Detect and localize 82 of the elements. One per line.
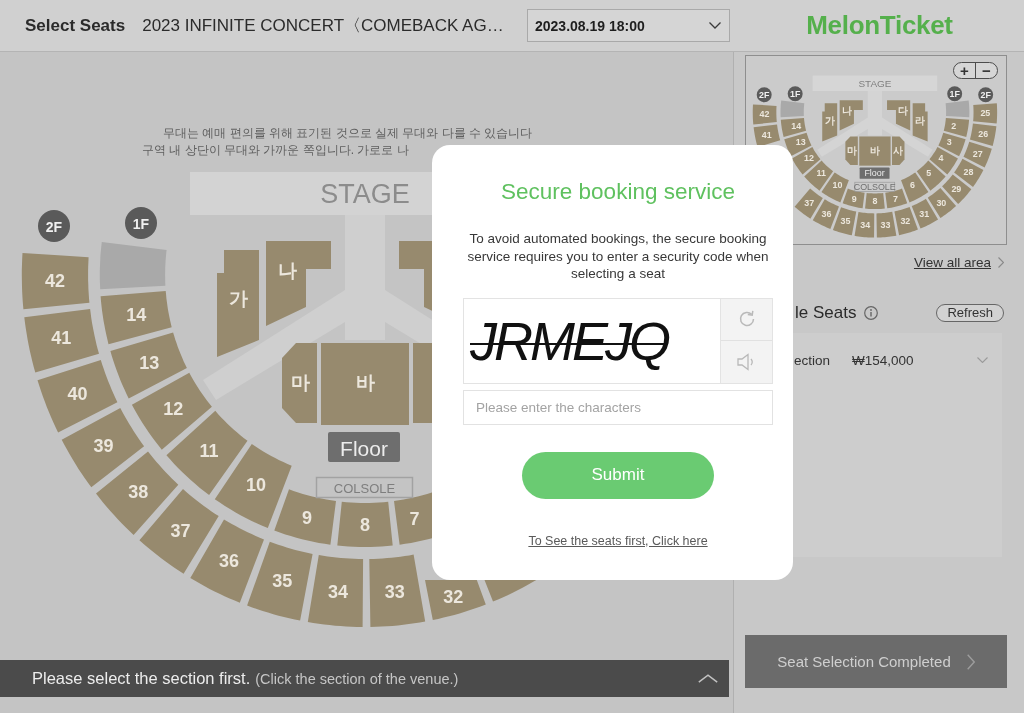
status-hint: (Click the section of the venue.) [255, 670, 459, 687]
captcha-input-field[interactable]: Please enter the characters [463, 389, 773, 425]
minimap-level-badge: 1F [947, 86, 963, 102]
map-note: 무대는 예매 편의를 위해 표기된 것으로 실제 무대와 다를 수 있습니다 [163, 126, 533, 140]
chevron-right-icon [966, 653, 975, 670]
minimap-section: 27 [963, 141, 992, 168]
refresh-button[interactable]: Refresh [936, 304, 1004, 322]
seat-section[interactable]: 41 [24, 309, 99, 373]
minimap-section: 25 [973, 103, 998, 124]
refresh-captcha-button[interactable] [721, 298, 772, 340]
seat-section[interactable]: 9 [274, 489, 336, 545]
minimap-section: 5 [916, 160, 946, 191]
chevron-down-icon [709, 22, 721, 29]
minimap-section: 35 [832, 207, 857, 236]
seat-section[interactable]: 32 [425, 580, 486, 621]
audio-captcha-button[interactable] [721, 340, 772, 383]
captcha-text: JRMEJQ [470, 313, 668, 368]
minimap-section: 나 [839, 100, 863, 131]
seat-section[interactable]: 8 [337, 501, 393, 547]
floor-label: Floor [328, 432, 400, 462]
minimap-section: 14 [780, 118, 807, 137]
minimap-section: 라 [912, 103, 928, 142]
seat-section[interactable] [99, 241, 167, 290]
minimap-section: 26 [969, 123, 997, 146]
logo[interactable]: MelonTicket [806, 10, 953, 41]
minimap-section: 34 [854, 211, 875, 238]
stage: STAGE [190, 172, 432, 215]
seat-section[interactable] [484, 580, 537, 602]
view-all-link[interactable]: View all area [913, 255, 991, 270]
minimap-section: 마 [845, 136, 858, 165]
minimap-section: 8 [865, 193, 885, 210]
seat-section[interactable]: 가 [217, 250, 259, 357]
seat-section[interactable]: 13 [110, 332, 187, 399]
console-label: COLSOLE [315, 476, 414, 499]
minimap-level-badge: 2F [978, 87, 994, 103]
seat-section[interactable]: 나 [266, 241, 331, 326]
chevron-down-icon[interactable] [977, 357, 988, 363]
status-message: Please select the section first. [32, 669, 251, 688]
seat-section[interactable]: 34 [307, 555, 364, 627]
zoom-in-button[interactable]: + [954, 63, 975, 78]
seat-section[interactable]: 7 [394, 492, 432, 545]
seat-section[interactable]: 14 [100, 291, 172, 345]
see-seats-link[interactable]: To See the seats first, Click here [528, 533, 708, 548]
seat-section[interactable]: 35 [247, 541, 313, 621]
section-heading: le Seats [795, 303, 857, 323]
concert-title: 2023 INFINITE CONCERT〈COMEBACK AG… [142, 15, 504, 37]
page-title: Select Seats [25, 15, 126, 36]
seat-section[interactable]: 마 [282, 343, 317, 423]
dialog-title: Secure booking service [501, 178, 735, 206]
minimap-section: 다 [887, 100, 911, 131]
minimap-section: 33 [876, 211, 897, 238]
info-icon[interactable] [864, 306, 879, 320]
date-dropdown[interactable]: 2023.08.19 18:00 [527, 9, 730, 42]
seat-selection-complete-button[interactable]: Seat Selection Completed [745, 635, 1007, 688]
minimap-section: 사 [892, 136, 905, 165]
minimap-section: 2 [943, 118, 970, 137]
seat-section[interactable]: 36 [190, 519, 264, 603]
minimap-section: 32 [894, 206, 918, 236]
map-note: 구역 내 상단이 무대와 가까운 쪽입니다. 가로로 나 [142, 143, 409, 157]
seat-section[interactable]: 40 [37, 359, 118, 433]
dialog-message: To avoid automated bookings, the secure booking service requires you to enter a security code when selecting a seat [466, 230, 770, 283]
minimap-section: 가 [822, 103, 838, 142]
zoom-out-button[interactable]: − [975, 63, 997, 78]
minimap-level-badge: 1F [787, 86, 803, 102]
seat-section[interactable] [413, 343, 432, 423]
minimap-level-badge: 2F [756, 87, 772, 103]
minimap-console-label: COLSOLE [853, 181, 896, 193]
minimap-section: 42 [752, 104, 777, 125]
seat-section[interactable]: 42 [21, 252, 90, 310]
minimap-floor-label: Floor [859, 167, 890, 179]
floor-level-badge: 1F [125, 207, 157, 239]
minimap-section: 11 [804, 160, 834, 191]
chevron-right-icon[interactable] [998, 257, 1004, 268]
section-name[interactable]: ection [794, 352, 831, 368]
refresh-icon [737, 310, 756, 329]
section-price: ₩154,000 [852, 352, 914, 368]
seat-section[interactable]: 바 [321, 343, 409, 425]
minimap-stage: STAGE [812, 75, 938, 91]
submit-button[interactable]: Submit [522, 451, 714, 499]
chevron-up-icon[interactable] [698, 674, 718, 683]
seat-section[interactable]: 33 [369, 554, 426, 627]
floor-level-badge: 2F [38, 210, 70, 242]
